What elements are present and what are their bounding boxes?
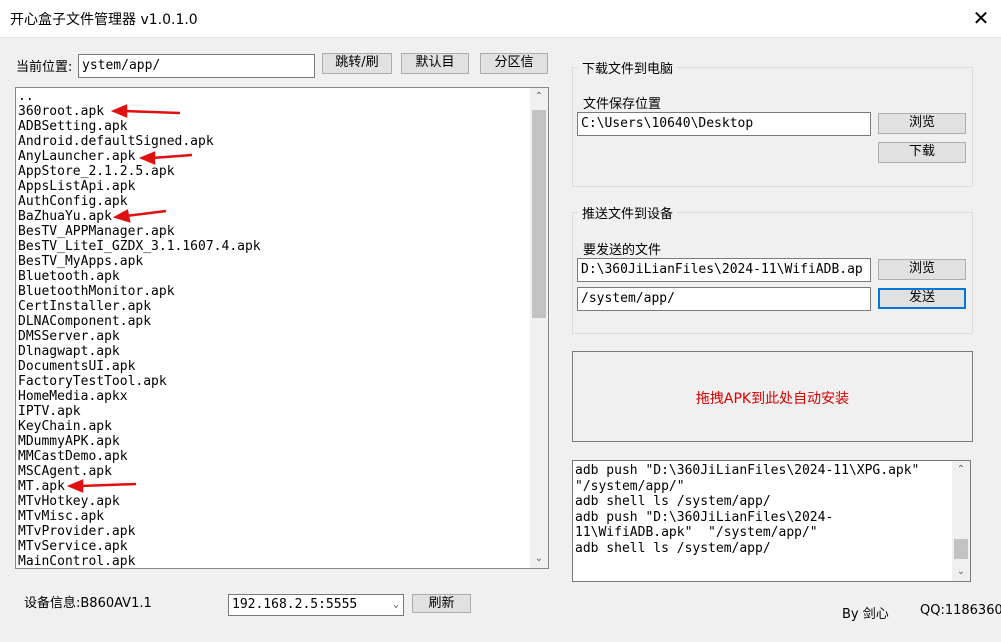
push-group-title: 推送文件到设备 — [578, 203, 678, 222]
target-path-input[interactable]: /system/app/ — [577, 287, 871, 311]
arrow-icon — [138, 151, 193, 165]
chevron-down-icon: ⌄ — [392, 599, 399, 610]
save-path-input[interactable]: C:\Users\10640\Desktop — [577, 112, 871, 136]
author-label: By 剑心 — [842, 607, 889, 622]
scroll-down-icon[interactable]: ⌄ — [952, 563, 970, 581]
refresh-button[interactable]: 刷新 — [412, 594, 471, 613]
drop-zone-text: 拖拽APK到此处自动安装 — [695, 391, 850, 407]
browse-save-button[interactable]: 浏览 — [878, 113, 966, 134]
arrow-icon — [112, 209, 167, 223]
push-file-input[interactable]: D:\360JiLianFiles\2024-11\WifiADB.ap — [577, 258, 871, 282]
browse-push-button[interactable]: 浏览 — [878, 259, 966, 280]
arrow-icon — [110, 104, 181, 118]
scroll-up-icon[interactable]: ⌃ — [952, 461, 970, 479]
log-line: adb shell ls /system/app/ — [575, 494, 771, 509]
download-button[interactable]: 下载 — [878, 142, 966, 163]
log-scrollbar[interactable]: ⌃ ⌄ — [952, 461, 970, 581]
log-output[interactable]: adb push "D:\360JiLianFiles\2024-11\XPG.… — [572, 460, 971, 582]
log-lines: adb push "D:\360JiLianFiles\2024-11\XPG.… — [575, 463, 945, 556]
save-location-label: 文件保存位置 — [583, 97, 662, 112]
apk-drop-zone[interactable]: 拖拽APK到此处自动安装 — [572, 351, 973, 442]
download-group-title: 下载文件到电脑 — [578, 58, 678, 77]
push-file-label: 要发送的文件 — [583, 243, 662, 258]
scroll-thumb[interactable] — [954, 539, 968, 559]
log-line: adb push "D:\360JiLianFiles\2024-11\Wifi… — [575, 509, 834, 541]
log-line: adb shell ls /system/app/ — [575, 540, 771, 556]
device-address-select[interactable]: 192.168.2.5:5555 ⌄ — [228, 594, 404, 616]
arrow-icon — [66, 479, 137, 493]
log-line: adb push "D:\360JiLianFiles\2024-11\XPG.… — [575, 463, 928, 494]
send-button[interactable]: 发送 — [878, 288, 966, 309]
qq-label: QQ:1186360 — [920, 603, 1001, 618]
device-address-value: 192.168.2.5:5555 — [232, 597, 358, 612]
device-info-label: 设备信息:B860AV1.1 — [24, 596, 152, 611]
